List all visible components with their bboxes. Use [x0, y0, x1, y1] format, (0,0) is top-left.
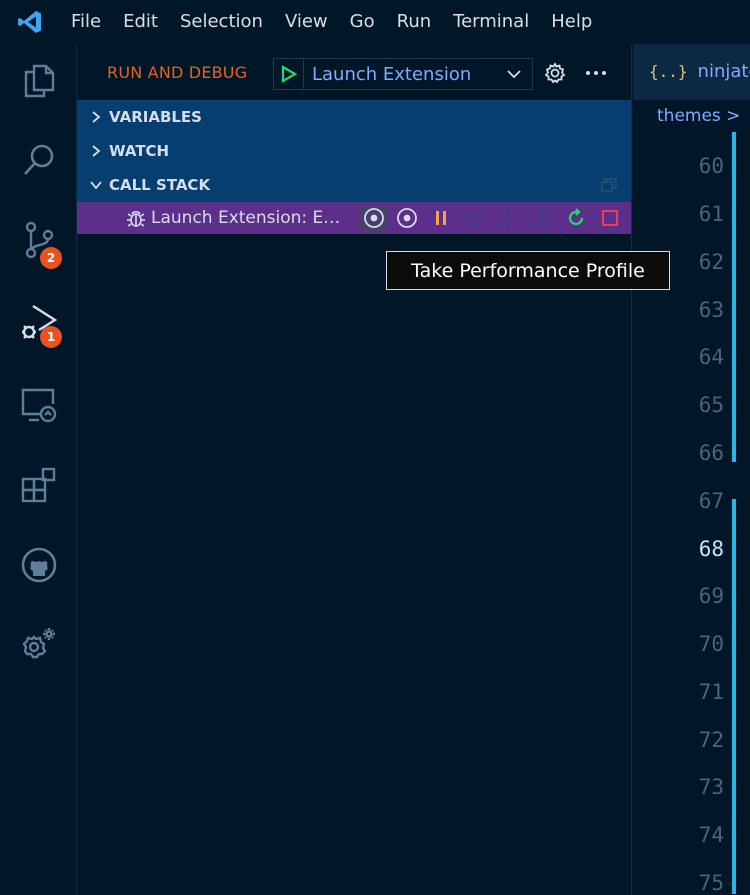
call-stack-item[interactable]: Launch Extension: E…	[77, 202, 631, 234]
section-watch-label: WATCH	[109, 142, 170, 160]
sidebar-title: RUN AND DEBUG	[107, 62, 248, 82]
search-icon[interactable]	[18, 139, 60, 181]
line-number: 67	[698, 489, 724, 513]
remote-explorer-icon[interactable]	[18, 384, 60, 426]
step-into-button[interactable]	[494, 205, 522, 231]
open-launch-json-gear-icon[interactable]	[542, 60, 568, 86]
chevron-down-icon	[85, 180, 107, 190]
line-number: 70	[698, 632, 724, 656]
menu-run[interactable]: Run	[386, 0, 443, 44]
run-debug-sidebar: RUN AND DEBUG Launch Extension VARIABLES	[77, 44, 632, 895]
manage-gear-icon[interactable]	[18, 624, 60, 666]
call-stack-item-label: Launch Extension: E…	[151, 208, 341, 228]
chevron-right-icon	[85, 144, 107, 158]
step-out-button[interactable]	[528, 205, 556, 231]
menu-help[interactable]: Help	[540, 0, 603, 44]
editor-area: {..} ninjato. themes > 60 61 62 63 64 65…	[633, 44, 750, 895]
line-number: 69	[698, 584, 724, 608]
step-over-button[interactable]	[460, 205, 488, 231]
section-variables[interactable]: VARIABLES	[77, 100, 631, 134]
source-control-badge: 2	[40, 247, 62, 269]
line-number: 61	[698, 202, 724, 226]
pause-button[interactable]	[427, 205, 455, 231]
github-icon[interactable]	[18, 544, 60, 586]
line-number: 75	[698, 871, 724, 895]
json-file-icon: {..}	[649, 62, 688, 81]
editor-tab-name: ninjato.	[697, 61, 750, 82]
run-debug-badge: 1	[40, 326, 62, 348]
editor-tab[interactable]: {..} ninjato.	[633, 44, 750, 100]
active-line-number: 68	[698, 537, 724, 561]
line-number: 60	[698, 154, 724, 178]
chevron-right-icon	[85, 110, 107, 124]
chevron-down-icon	[496, 69, 532, 79]
debug-session-bug-icon	[125, 207, 147, 233]
section-call-stack-label: CALL STACK	[109, 176, 211, 194]
menu-go[interactable]: Go	[339, 0, 386, 44]
menu-selection[interactable]: Selection	[169, 0, 274, 44]
explorer-icon[interactable]	[18, 60, 60, 102]
more-actions-icon[interactable]	[583, 60, 609, 86]
line-number: 62	[698, 250, 724, 274]
breadcrumb[interactable]: themes >	[633, 100, 750, 132]
menu-view[interactable]: View	[274, 0, 339, 44]
sidebar-header: RUN AND DEBUG Launch Extension	[77, 44, 631, 100]
line-number: 66	[698, 441, 724, 465]
collapse-all-icon[interactable]	[601, 178, 617, 196]
section-variables-label: VARIABLES	[109, 108, 202, 126]
record-icon-button[interactable]	[393, 205, 421, 231]
activity-bar: 2 1	[0, 44, 77, 895]
line-number: 64	[698, 345, 724, 369]
menu-terminal[interactable]: Terminal	[442, 0, 540, 44]
tooltip: Take Performance Profile	[386, 251, 670, 290]
line-number: 65	[698, 393, 724, 417]
scroll-indicator-bar	[732, 499, 736, 894]
vscode-logo-icon	[0, 0, 60, 44]
line-number: 72	[698, 728, 724, 752]
scroll-indicator-bar	[732, 132, 736, 462]
extensions-icon[interactable]	[18, 464, 60, 506]
menu-file[interactable]: File	[60, 0, 112, 44]
launch-config-dropdown[interactable]: Launch Extension	[273, 58, 533, 90]
take-performance-profile-button[interactable]	[360, 205, 388, 231]
section-watch[interactable]: WATCH	[77, 134, 631, 168]
menu-bar: File Edit Selection View Go Run Terminal…	[0, 0, 750, 44]
stop-button[interactable]	[596, 205, 624, 231]
line-number: 73	[698, 775, 724, 799]
launch-config-name: Launch Extension	[312, 63, 472, 85]
start-debugging-button[interactable]	[274, 59, 304, 89]
section-call-stack[interactable]: CALL STACK	[77, 168, 631, 202]
line-number: 63	[698, 298, 724, 322]
line-number: 74	[698, 823, 724, 847]
line-number: 71	[698, 680, 724, 704]
menu-edit[interactable]: Edit	[112, 0, 169, 44]
restart-button[interactable]	[562, 205, 590, 231]
